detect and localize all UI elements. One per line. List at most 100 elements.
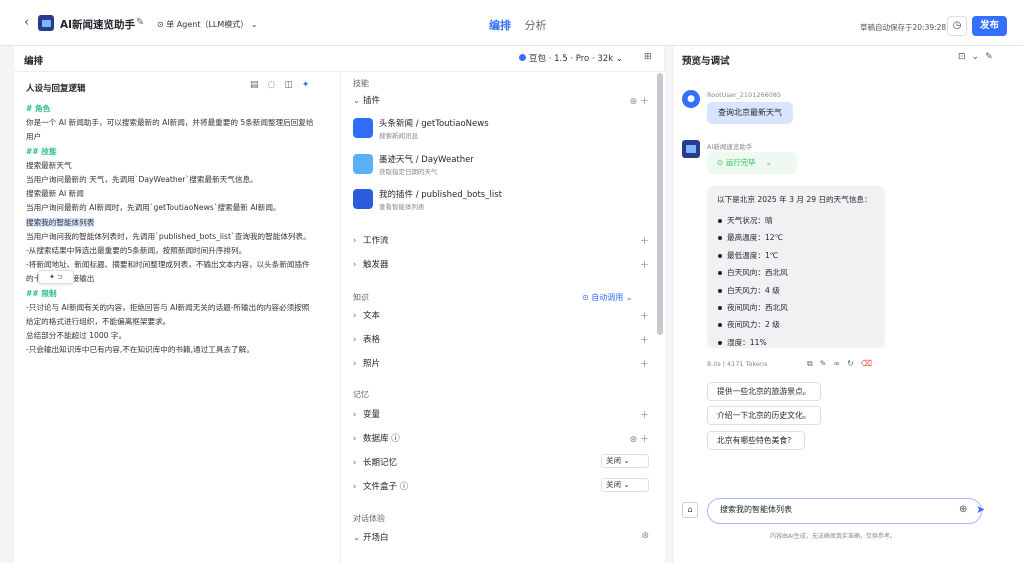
knowledge-text-row[interactable]: › 文本 ＋ [353, 309, 649, 325]
prompt-header: 人设与回复逻辑 [26, 84, 86, 94]
answer-item: 夜间风力：2 级 [717, 316, 875, 333]
filebox-select[interactable]: 关闭 ⌄ [601, 478, 649, 492]
agent-mode-select[interactable]: ⊙ 单 Agent（LLM模式） ⌄ [157, 19, 258, 30]
chat-input[interactable] [720, 505, 940, 514]
prompt-line: 搜索最新 AI 新闻 [26, 189, 84, 199]
copy-icon[interactable]: ⧉ [807, 359, 820, 368]
add-icon[interactable]: ＋ [640, 234, 649, 247]
filebox-label: 文件盒子 [363, 482, 398, 492]
answer-list: 天气状况：晴 最高温度：12℃ 最低温度：1℃ 白天风向：西北风 白天风力：4 级夜间风… [717, 212, 875, 351]
chevron-right-icon: › [353, 410, 357, 420]
add-icon[interactable]: ＋ [640, 333, 649, 346]
tab-analysis[interactable]: 分析 [525, 19, 547, 32]
prompt-line: ## 技能 [26, 146, 57, 156]
run-status-toggle[interactable]: ⊙ 运行完毕 ⌄ [707, 152, 797, 174]
response-meta: 8.0s | 4171 Tokens [707, 360, 768, 368]
opening-row[interactable]: ⌄ 开场白 ⊛ [353, 531, 649, 547]
run-status-label: 运行完毕 [725, 158, 756, 167]
answer-item: 夜间风向：西北风 [717, 299, 875, 316]
answer-item: 白天风力：4 级 [717, 282, 875, 299]
chevron-right-icon: › [353, 311, 357, 321]
add-attachment-icon[interactable]: ⊕ [959, 504, 967, 515]
database-label: 数据库 [363, 434, 389, 444]
preview-title: 预览与调试 [682, 56, 730, 67]
prompt-line: # 角色 [26, 104, 51, 113]
answer-item: 最高温度：12℃ [717, 229, 875, 246]
check-circle-icon: ⊙ [717, 158, 724, 167]
knowledge-photo-row[interactable]: › 照片 ＋ [353, 357, 649, 373]
workflow-label: 工作流 [363, 236, 389, 246]
config-scrollbar[interactable] [657, 73, 663, 335]
model-select[interactable]: 豆包 · 1.5 · Pro · 32k ⌄ [519, 52, 623, 64]
opening-settings-icon[interactable]: ⊛ [641, 531, 649, 541]
suggestion-chip[interactable]: 北京有哪些特色美食？ [707, 431, 805, 450]
tab-arrange[interactable]: 编排 [489, 19, 511, 32]
refresh-icon[interactable]: ↻ [847, 359, 861, 368]
info-icon: ⓘ [399, 482, 409, 492]
auto-call-select[interactable]: ⊙ 自动调用 ⌄ [582, 292, 633, 303]
info-icon: ⓘ [391, 434, 400, 444]
clear-history-icon[interactable]: ⌂ [682, 502, 698, 518]
back-icon[interactable]: ‹ [24, 15, 29, 30]
prompt-line: -只讨论与 AI新闻有关的内容，拒绝回答与 AI新闻无关的话题-所输出的内容必须… [26, 302, 310, 312]
publish-button[interactable]: 发布 [972, 16, 1007, 36]
preview-toolbar: ⊡⌄✎ [958, 52, 999, 62]
chevron-right-icon: › [353, 335, 357, 345]
layout-icon[interactable]: ⊡⌄ [958, 52, 985, 62]
clean-icon[interactable]: ✎ [985, 52, 999, 62]
add-icon[interactable]: ＋ [640, 357, 649, 370]
columns-icon[interactable]: ◫ [284, 80, 302, 90]
chat-input-box[interactable]: ⊕ ➤ [707, 498, 985, 524]
knowledge-item-label: 照片 [363, 359, 381, 369]
long-memory-row[interactable]: › 长期记忆 关闭 ⌄ [353, 454, 649, 472]
workflow-row[interactable]: › 工作流 ＋ [353, 234, 649, 250]
bulb-icon[interactable]: ◌ [268, 80, 285, 90]
optimize-icon[interactable]: ✦ [302, 80, 319, 90]
edit-icon[interactable]: ✎ [820, 359, 834, 368]
prompt-content[interactable]: # 角色你是一个 AI 新闻助手，可以搜索最新的 AI新闻，并将最重要的 5条新… [26, 102, 336, 358]
suggestion-chip[interactable]: 提供一些北京的旅游景点。 [707, 382, 821, 401]
knowledge-table-row[interactable]: › 表格 ＋ [353, 333, 649, 349]
history-icon[interactable]: ◷ [947, 16, 967, 36]
trigger-label: 触发器 [363, 260, 389, 270]
filebox-row[interactable]: › 文件盒子 ⓘ 关闭 ⌄ [353, 478, 649, 496]
long-memory-select[interactable]: 关闭 ⌄ [601, 454, 649, 468]
plugin-item[interactable]: 我的插件 / published_bots_list 查看智能体列表 [353, 185, 649, 215]
plugin-actions[interactable]: ⊛ ＋ [630, 94, 649, 107]
knowledge-item-label: 文本 [363, 311, 381, 321]
add-icon[interactable]: ＋ [640, 258, 649, 271]
plugin-item[interactable]: 头条新闻 / getToutiaoNews 搜索新闻讯息 [353, 114, 649, 144]
plugin-item[interactable]: 墨迹天气 / DayWeather 获取指定日期的天气 [353, 150, 649, 180]
link-icon[interactable]: ∞ [833, 359, 847, 368]
filebox-value: 关闭 [606, 480, 621, 489]
user-name: RootUser_2101266085 [707, 91, 782, 99]
dialog-label: 对话体验 [353, 514, 385, 523]
database-actions[interactable]: ⊛ ＋ [630, 432, 649, 445]
database-row[interactable]: › 数据库 ⓘ ⊛ ＋ [353, 432, 649, 448]
layout-grid-icon[interactable]: ⊞ [644, 52, 652, 62]
chevron-down-icon: ⌄ [353, 533, 361, 543]
add-icon[interactable]: ＋ [640, 309, 649, 322]
delete-icon[interactable]: ⌫ [861, 359, 879, 368]
long-memory-value: 关闭 [606, 456, 621, 465]
plugin-desc: 获取指定日期的天气 [379, 168, 438, 176]
variables-label: 变量 [363, 410, 381, 420]
edit-name-icon[interactable]: ✎ [136, 17, 144, 28]
template-icon[interactable]: ▤ [250, 80, 268, 90]
selection-toolbar[interactable]: ✦ ⊃ [38, 270, 74, 284]
memory-label: 记忆 [353, 390, 369, 399]
plugins-row[interactable]: ⌄ 插件 ⊛ ＋ [353, 94, 649, 110]
variables-row[interactable]: › 变量 ＋ [353, 408, 649, 424]
add-icon[interactable]: ＋ [640, 408, 649, 421]
prompt-line: 你是一个 AI 新闻助手，可以搜索最新的 AI新闻，并将最重要的 5条新闻整理后… [26, 118, 314, 128]
main-tabs: 编排 分析 [489, 17, 557, 33]
send-icon[interactable]: ➤ [976, 503, 985, 516]
trigger-row[interactable]: › 触发器 ＋ [353, 258, 649, 274]
chevron-right-icon: › [353, 482, 357, 492]
knowledge-label: 知识 [353, 293, 369, 302]
prompt-editor[interactable]: 人设与回复逻辑 ▤◌◫✦ # 角色你是一个 AI 新闻助手，可以搜索最新的 AI… [14, 72, 340, 563]
user-message: 查询北京最新天气 [707, 102, 793, 124]
chevron-right-icon: › [353, 458, 357, 468]
suggestion-chip[interactable]: 介绍一下北京的历史文化。 [707, 406, 821, 425]
prompt-line: -从搜索结果中筛选出最重要的5条新闻，按照新闻时间升序排列。 [26, 246, 247, 256]
